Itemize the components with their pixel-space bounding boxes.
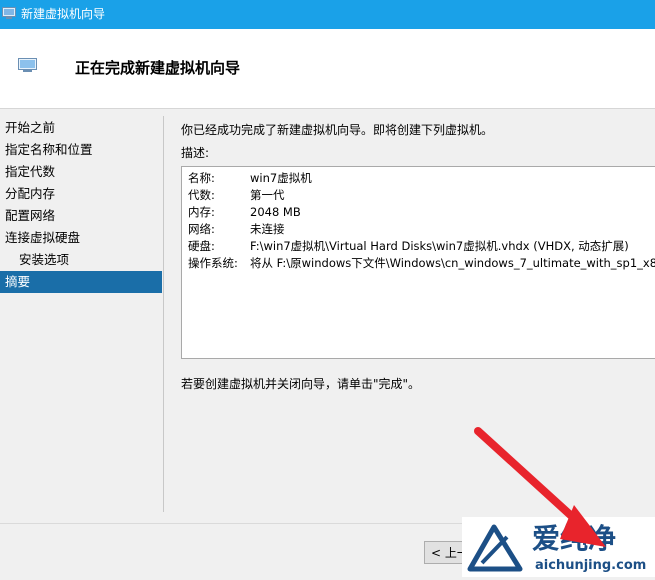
step-install-options[interactable]: 安装选项 <box>0 249 162 271</box>
summary-key: 硬盘: <box>188 239 215 253</box>
summary-key: 操作系统: <box>188 256 238 270</box>
step-generation[interactable]: 指定代数 <box>0 161 162 183</box>
step-virtual-disk[interactable]: 连接虚拟硬盘 <box>0 227 162 249</box>
step-network[interactable]: 配置网络 <box>0 205 162 227</box>
watermark-url: aichunjing.com <box>535 558 647 573</box>
intro-text: 你已经成功完成了新建虚拟机向导。即将创建下列虚拟机。 <box>181 123 494 137</box>
step-name-location[interactable]: 指定名称和位置 <box>0 139 162 161</box>
wizard-header: 正在完成新建虚拟机向导 <box>0 29 655 109</box>
summary-value: 将从 F:\原windows下文件\Windows\cn_windows_7_u… <box>250 256 655 270</box>
step-before-you-begin[interactable]: 开始之前 <box>0 117 162 139</box>
summary-key: 网络: <box>188 222 215 236</box>
page-title: 正在完成新建虚拟机向导 <box>75 59 241 77</box>
summary-value: 2048 MB <box>250 205 301 219</box>
divider <box>163 116 164 512</box>
summary-value: win7虚拟机 <box>250 171 312 185</box>
window-icon <box>2 7 16 19</box>
description-label: 描述: <box>181 146 210 160</box>
summary-key: 代数: <box>188 188 215 202</box>
summary-value: 未连接 <box>250 222 285 236</box>
window-title: 新建虚拟机向导 <box>21 7 106 21</box>
finish-instruction: 若要创建虚拟机并关闭向导，请单击"完成"。 <box>181 377 421 391</box>
summary-key: 名称: <box>188 171 215 185</box>
step-summary[interactable]: 摘要 <box>0 271 162 293</box>
summary-value: 第一代 <box>250 188 285 202</box>
summary-value: F:\win7虚拟机\Virtual Hard Disks\win7虚拟机.vh… <box>250 239 629 253</box>
description-box[interactable]: 名称: win7虚拟机 代数: 第一代 内存: 2048 MB 网络: 未连接 … <box>181 166 655 359</box>
title-bar: 新建虚拟机向导 <box>0 0 655 29</box>
step-memory[interactable]: 分配内存 <box>0 183 162 205</box>
computer-icon <box>18 58 37 72</box>
summary-key: 内存: <box>188 205 215 219</box>
red-arrow-annotation <box>474 427 606 547</box>
wizard-steps: 开始之前 指定名称和位置 指定代数 分配内存 配置网络 连接虚拟硬盘 安装选项 … <box>0 117 162 293</box>
